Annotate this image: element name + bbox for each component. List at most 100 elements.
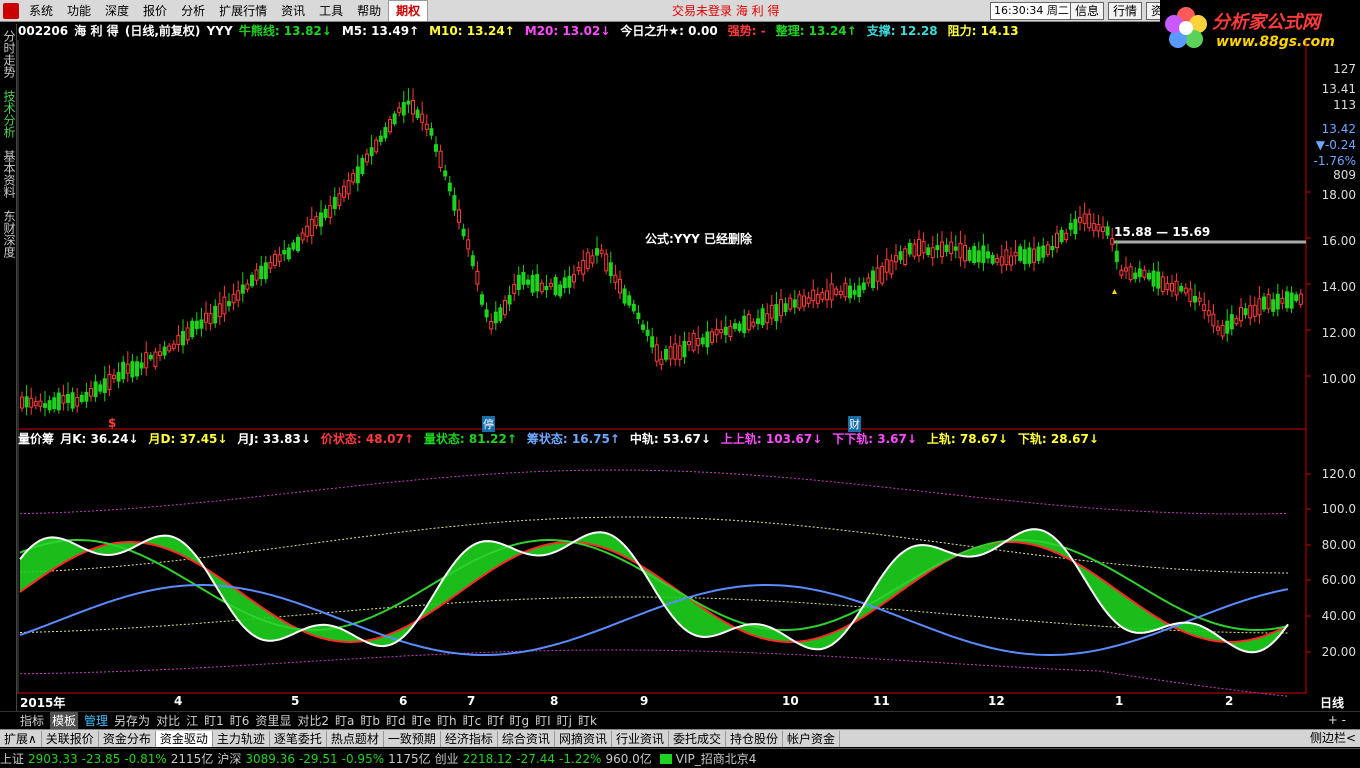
zoom-buttons[interactable]: + - (1328, 713, 1346, 727)
indicator-tab[interactable]: 盯d (386, 712, 406, 729)
sh-index-label[interactable]: 上证 (0, 750, 24, 767)
function-tab[interactable]: 网摘资讯 (555, 730, 612, 747)
candle-body (181, 331, 185, 346)
candle-body (1234, 317, 1239, 325)
indicator-tab[interactable]: 江 (186, 712, 198, 729)
chart-canvas[interactable] (0, 0, 1360, 768)
cy-index-label[interactable]: 创业 (435, 750, 459, 767)
function-tab[interactable]: 关联报价 (42, 730, 99, 747)
function-tab[interactable]: 持仓股份 (726, 730, 783, 747)
candle-body (466, 239, 471, 250)
function-tab[interactable]: 一致预期 (384, 730, 441, 747)
indicator-tab[interactable]: 对比2 (297, 712, 329, 729)
function-tab[interactable]: 综合资讯 (498, 730, 555, 747)
indicator-tab[interactable]: 另存为 (114, 712, 150, 729)
candle-body (470, 255, 475, 267)
indicator-tab[interactable]: 盯1 (204, 712, 224, 729)
candlestick-series[interactable] (20, 88, 1303, 417)
candle-body (199, 319, 204, 329)
function-tab[interactable]: 经济指标 (441, 730, 498, 747)
event-mark-dividend[interactable]: $ (108, 416, 116, 430)
indicator-tab[interactable]: 盯b (360, 712, 380, 729)
candle-body (411, 99, 415, 115)
function-tab-bar: 扩展∧ 关联报价 资金分布 资金驱动 主力轨迹 逐笔委托 热点题材 一致预期 经济指标 综合资讯网… (0, 729, 1360, 747)
indicator-series[interactable] (19, 469, 1289, 697)
candle-body (434, 144, 438, 152)
function-tab[interactable]: 扩展∧ (0, 730, 42, 747)
indicator-tab[interactable]: 盯f (487, 712, 503, 729)
indicator-tab[interactable]: 管理 (84, 712, 108, 729)
indicator-tab[interactable]: 盯c (463, 712, 482, 729)
indicator-axis-label: 120.0 (1321, 467, 1356, 481)
candle-body (360, 158, 365, 175)
indicator-tab[interactable]: 盯j (557, 712, 572, 729)
price-axis-label: 113 (1333, 98, 1356, 112)
function-tab[interactable]: 主力轨迹 (213, 730, 270, 747)
time-axis-label: 11 (873, 694, 890, 708)
candle-body (949, 241, 954, 255)
time-axis-label: 5 (291, 694, 300, 708)
event-mark-suspended[interactable]: 停 (482, 416, 495, 432)
indicator-tab[interactable]: 模板 (50, 711, 79, 729)
time-axis-label: 7 (467, 694, 476, 708)
candle-body (659, 358, 664, 365)
function-tab[interactable]: 热点题材 (327, 730, 384, 747)
candle-body (714, 329, 719, 336)
indicator-tab[interactable]: 盯I (535, 712, 551, 729)
indicator-tab[interactable]: 盯e (412, 712, 431, 729)
event-mark-financial[interactable]: 财 (848, 416, 861, 432)
candle-body (286, 247, 291, 260)
candle-body (1262, 296, 1266, 310)
indicator-tab[interactable]: 盯g (509, 712, 529, 729)
candle-body (1045, 244, 1050, 255)
candle-body (20, 396, 24, 409)
indicator-tab[interactable]: 盯h (437, 712, 457, 729)
candle-body (291, 242, 296, 250)
indicator-tab[interactable]: 盯a (335, 712, 354, 729)
indicator-tab[interactable]: 盯6 (230, 712, 250, 729)
candle-body (1059, 229, 1064, 243)
price-axis-label: 10.00 (1321, 372, 1356, 386)
function-tab[interactable]: 资金驱动 (155, 730, 213, 747)
candle-body (521, 271, 526, 285)
candle-body (1252, 304, 1257, 317)
candle-body (972, 246, 977, 264)
candle-body (268, 262, 273, 269)
candle-body (1022, 249, 1027, 264)
candle-body (328, 205, 333, 218)
candle-body (1114, 250, 1119, 263)
range-label: 15.88 — 15.69 (1114, 225, 1211, 239)
candle-body (719, 329, 724, 334)
candle-body (93, 381, 98, 398)
function-tab[interactable]: 资金分布 (99, 730, 156, 747)
candle-body (645, 329, 650, 336)
candle-body (342, 185, 346, 198)
time-axis-label: 2 (1225, 694, 1234, 708)
function-tab[interactable]: 委托成交 (669, 730, 726, 747)
indicator-tab[interactable]: 资里显 (255, 712, 291, 729)
candle-body (737, 323, 742, 332)
candle-body (940, 241, 944, 258)
indicator-axis-label: 20.00 (1321, 645, 1356, 659)
candle-body (227, 301, 231, 307)
indicator-tab[interactable]: 盯k (578, 712, 597, 729)
kd-fill-band (20, 529, 1288, 653)
indicator-tab[interactable]: 指标 (20, 712, 44, 729)
function-tab[interactable]: 帐户资金 (783, 730, 841, 747)
function-tab[interactable]: 逐笔委托 (270, 730, 327, 747)
candle-body (1188, 288, 1193, 302)
server-name[interactable]: VIP_招商北京4 (676, 750, 757, 767)
candle-body (769, 304, 774, 319)
hs-index-label[interactable]: 沪深 (217, 750, 241, 767)
candle-body (990, 254, 995, 264)
candle-body (420, 113, 425, 123)
sidebar-toggle[interactable]: 侧边栏< (1310, 729, 1356, 747)
up-triangle-icon (1112, 289, 1117, 294)
candle-body (415, 109, 420, 118)
candle-body (1248, 305, 1253, 319)
indicator-tab-bar: 指标 模板 管理 另存为 对比江盯1 盯6 资里显 对比2 盯a 盯b 盯d 盯e 盯h 盯c 盯f 盯g 盯I… (0, 711, 1360, 729)
outer-lower-band (20, 649, 1289, 697)
candle-body (1216, 326, 1220, 331)
function-tab[interactable]: 行业资讯 (612, 730, 669, 747)
indicator-tab[interactable]: 对比 (156, 712, 180, 729)
